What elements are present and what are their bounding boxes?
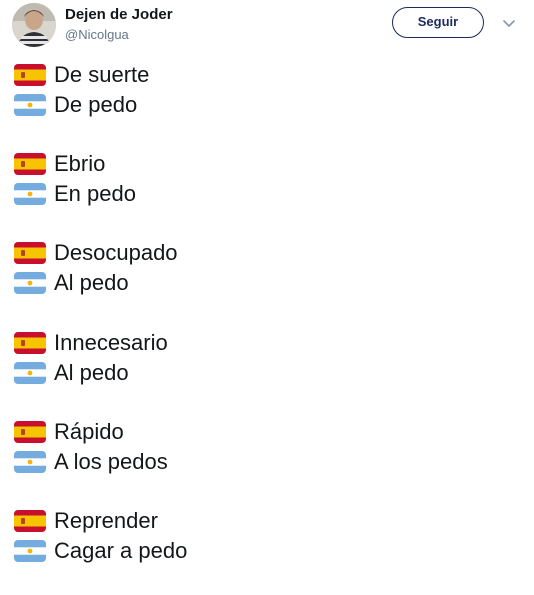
translation-pair: Desocupado Al pedo xyxy=(14,238,524,327)
spain-line: Ebrio xyxy=(14,149,524,179)
argentina-flag-icon xyxy=(14,183,46,206)
spain-flag-icon xyxy=(14,331,46,354)
follow-button[interactable]: Seguir xyxy=(392,7,484,38)
translation-pair: Ebrio En pedo xyxy=(14,149,524,238)
author-display-name[interactable]: Dejen de Joder xyxy=(65,6,173,23)
argentina-line: De pedo xyxy=(14,90,524,120)
argentina-flag-icon xyxy=(14,539,46,562)
chevron-down-icon[interactable] xyxy=(500,17,518,31)
argentina-flag-icon xyxy=(14,94,46,116)
argentina-line: Al pedo xyxy=(14,268,524,298)
spain-flag-icon xyxy=(14,64,46,86)
spain-term: De suerte xyxy=(54,62,150,87)
tweet-text: De suerte De pedo Ebrio En pedo Desocupa… xyxy=(14,60,524,595)
spain-line: Innecesario xyxy=(14,328,524,358)
spain-term: Ebrio xyxy=(54,151,106,177)
spain-term: Desocupado xyxy=(54,240,178,266)
avatar[interactable] xyxy=(12,3,56,47)
spain-flag-icon xyxy=(14,420,46,443)
translation-pair: Rápido A los pedos xyxy=(14,417,524,506)
tweet-header: Dejen de Joder @Nicolgua Seguir xyxy=(0,0,534,56)
argentina-line: Cagar a pedo xyxy=(14,536,524,566)
translation-pair: De suerte De pedo xyxy=(14,60,524,149)
spain-line: De suerte xyxy=(14,60,524,90)
spain-term: Reprender xyxy=(54,507,158,533)
spain-flag-icon xyxy=(14,153,46,176)
spain-line: Desocupado xyxy=(14,238,524,268)
author-handle[interactable]: @Nicolgua xyxy=(65,27,129,42)
argentina-term: Al pedo xyxy=(54,270,129,296)
argentina-flag-icon xyxy=(14,450,46,473)
argentina-line: En pedo xyxy=(14,179,524,209)
spain-term: Innecesario xyxy=(54,329,168,355)
argentina-term: Al pedo xyxy=(54,359,129,385)
translation-pair: Reprender Cagar a pedo xyxy=(14,506,524,595)
argentina-flag-icon xyxy=(14,361,46,384)
spain-line: Rápido xyxy=(14,417,524,447)
argentina-term: En pedo xyxy=(54,181,136,207)
argentina-term: A los pedos xyxy=(54,448,168,474)
spain-term: Rápido xyxy=(54,418,124,444)
spain-line: Reprender xyxy=(14,506,524,536)
spain-flag-icon xyxy=(14,242,46,265)
argentina-flag-icon xyxy=(14,272,46,295)
argentina-line: Al pedo xyxy=(14,358,524,388)
argentina-term: De pedo xyxy=(54,92,138,117)
translation-pair: Innecesario Al pedo xyxy=(14,328,524,417)
spain-flag-icon xyxy=(14,509,46,532)
argentina-term: Cagar a pedo xyxy=(54,537,188,563)
argentina-line: A los pedos xyxy=(14,447,524,477)
